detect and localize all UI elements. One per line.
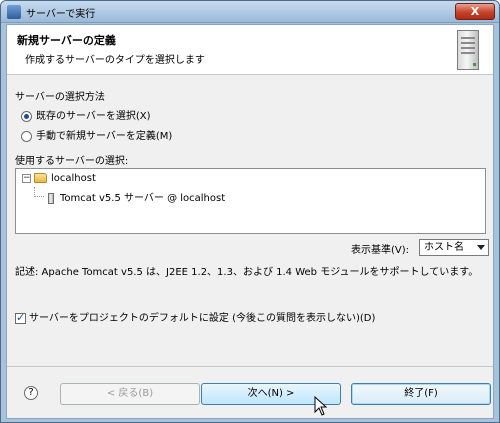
run-on-server-window: サーバーで実行 X 新規サーバーの定義 作成するサーバーのタイプを選択します サ… <box>0 0 500 423</box>
default-server-label: サーバーをプロジェクトのデフォルトに設定 (今後この質問を表示しない)(D) <box>29 313 376 324</box>
radio-unchecked-icon <box>21 130 32 142</box>
tree-item-label: Tomcat v5.5 サーバー @ localhost <box>60 193 226 204</box>
wizard-header: 新規サーバーの定義 作成するサーバーのタイプを選択します <box>7 25 493 75</box>
tree-connector <box>34 187 44 197</box>
help-button[interactable]: ? <box>24 386 38 400</box>
window-title: サーバーで実行 <box>26 9 96 20</box>
server-tree[interactable]: − localhost Tomcat v5.5 サーバー @ localhost <box>15 168 486 234</box>
radio-checked-icon <box>21 110 32 122</box>
app-icon <box>7 5 21 19</box>
folder-icon <box>34 173 47 183</box>
define-new-radio[interactable]: 手動で新規サーバーを定義(M) <box>21 127 173 142</box>
select-existing-label: 既存のサーバーを選択(X) <box>36 111 151 122</box>
dialog-body: 新規サーバーの定義 作成するサーバーのタイプを選択します サーバーの選択方法 既… <box>6 24 494 419</box>
collapse-icon[interactable]: − <box>22 173 31 183</box>
back-button[interactable]: < 戻る(B) <box>60 383 200 405</box>
tree-item-tomcat[interactable]: Tomcat v5.5 サーバー @ localhost <box>48 189 226 204</box>
default-server-checkbox[interactable]: サーバーをプロジェクトのデフォルトに設定 (今後この質問を表示しない)(D) <box>15 309 376 324</box>
view-by-select[interactable]: ホスト名 <box>419 239 489 256</box>
title-bar: サーバーで実行 X <box>1 1 499 23</box>
tree-item-localhost[interactable]: − localhost <box>22 173 96 187</box>
server-icon <box>457 30 479 70</box>
server-icon <box>48 192 54 204</box>
page-subtitle: 作成するサーバーのタイプを選択します <box>25 55 205 66</box>
finish-button[interactable]: 終了(F) <box>351 383 491 405</box>
define-new-label: 手動で新規サーバーを定義(M) <box>36 131 173 142</box>
page-title: 新規サーバーの定義 <box>17 34 116 47</box>
close-button[interactable]: X <box>455 3 495 20</box>
chevron-down-icon <box>477 245 485 250</box>
description-text: 記述: Apache Tomcat v5.5 は、J2EE 1.2、1.3、およ… <box>15 267 479 278</box>
footer-divider <box>7 366 493 367</box>
server-list-label: 使用するサーバーの選択: <box>15 156 129 167</box>
view-by-value: ホスト名 <box>424 242 464 253</box>
mouse-cursor-icon <box>314 396 328 416</box>
select-existing-radio[interactable]: 既存のサーバーを選択(X) <box>21 107 151 122</box>
selection-method-label: サーバーの選択方法 <box>15 92 105 103</box>
view-by-label: 表示基準(V): <box>351 245 410 256</box>
tree-item-label: localhost <box>51 173 96 184</box>
checkbox-checked-icon <box>15 311 26 324</box>
